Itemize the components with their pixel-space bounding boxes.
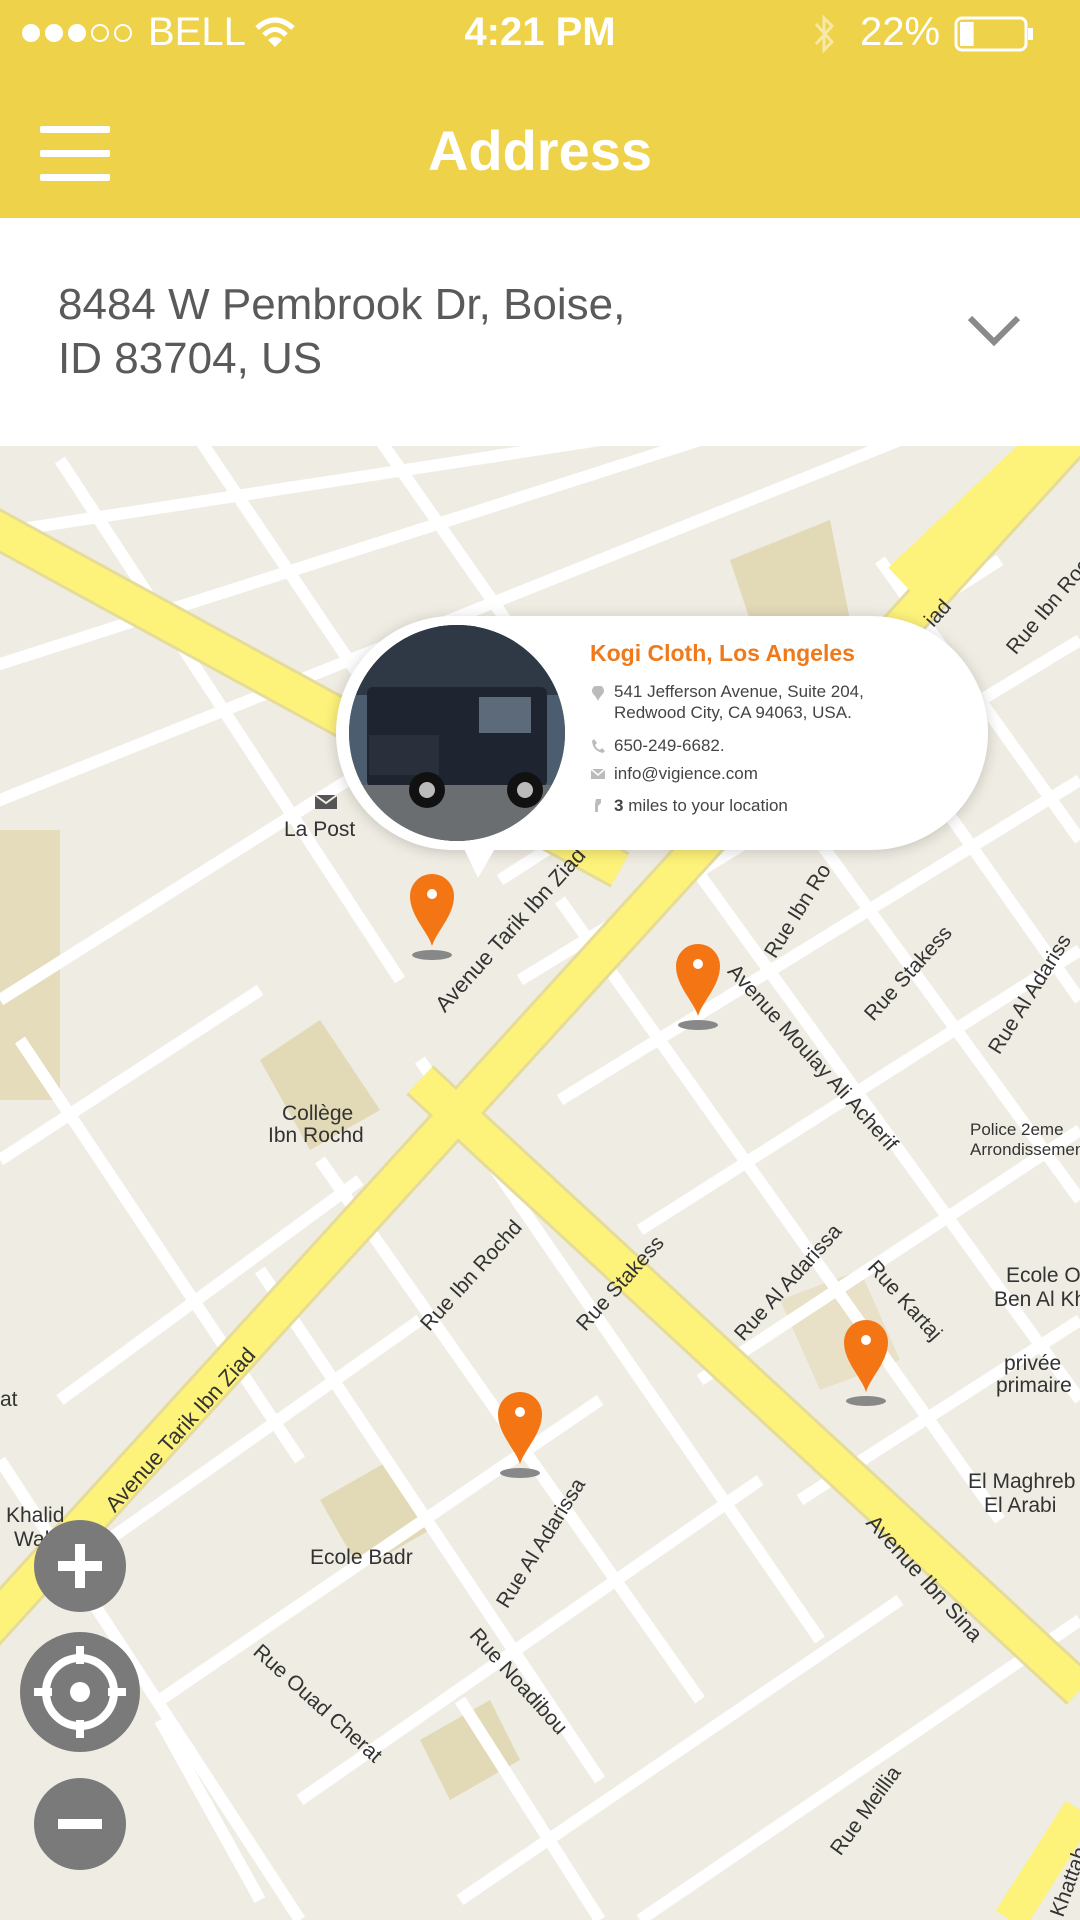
map-label: El Maghreb [968,1470,1076,1493]
map-label: Avenue Ibn Sina [861,1510,988,1647]
nav-bar: Address [0,70,1080,218]
map-label: Rue Ibn Rochd [416,1215,527,1336]
mail-icon [590,768,606,779]
distance-value: 3 [614,796,624,815]
callout-address-line-1: 541 Jefferson Avenue, Suite 204, [614,682,864,701]
map-label: Ecole Badr [310,1546,413,1569]
location-pin-icon[interactable] [406,872,458,962]
map-label: La Post [284,818,356,841]
callout-tail [460,840,500,878]
map-label: Avenue Moulay Ali Acherif [722,960,903,1156]
map-label: Arrondissemen [970,1140,1080,1159]
chevron-down-icon[interactable] [964,308,1024,354]
bluetooth-icon [814,14,835,54]
address-line-2: ID 83704, US [58,334,323,383]
map-label: iad [920,595,956,632]
location-pin-icon [592,686,604,701]
callout-email[interactable]: info@vigience.com [614,764,758,784]
food-truck-photo [349,625,565,841]
map-label: at [0,1388,18,1411]
map-label: Collège [282,1102,354,1125]
map-label: Rue Ouad Cherat [248,1640,387,1768]
walk-icon [595,799,601,812]
battery-percent: 22% [860,10,941,54]
map-label: Rue Stakess [572,1231,669,1336]
map-label: Police 2eme [970,1120,1064,1139]
map-label: Avenue Tarik Ibn Ziad [100,1342,261,1517]
location-pin-icon[interactable] [672,942,724,1032]
post-office-icon [314,794,338,809]
map-label: Rue Stakess [860,921,957,1026]
address-line-1: 8484 W Pembrook Dr, Boise, [58,280,626,329]
map-label: privée [1004,1352,1062,1375]
callout-phone[interactable]: 650-249-6682. [614,736,725,756]
callout-distance: 3 miles to your location [614,796,788,816]
page-title: Address [427,119,653,182]
map-label: primaire [996,1374,1072,1397]
map-label: Rue Ibn Ro [760,859,836,963]
callout-address-line-2: Redwood City, CA 94063, USA. [614,703,852,722]
locate-icon [34,1646,126,1738]
map-label: Khattab [1046,1843,1080,1920]
map-label: Ben Al Kh [994,1288,1080,1311]
map-label: Ecole O [1006,1264,1080,1287]
battery-icon [954,16,1033,52]
phone-icon [592,739,605,753]
distance-text: miles to your location [628,796,788,815]
map-label: Rue Noadibou [464,1624,572,1740]
location-pin-icon[interactable] [494,1390,546,1480]
map-label: Rue Al Adariss [984,930,1076,1059]
map-label: Rue Al Adarissa [730,1219,847,1346]
map-label: Rue Meillia [826,1761,906,1860]
map-label: Rue Al Adarissa [492,1474,591,1613]
location-pin-icon[interactable] [840,1318,892,1408]
map-label: El Arabi [984,1494,1057,1517]
address-selector[interactable]: 8484 W Pembrook Dr, Boise, ID 83704, US [0,218,1080,446]
zoom-out-button[interactable] [34,1778,126,1870]
zoom-in-button[interactable] [34,1520,126,1612]
locate-button[interactable] [20,1632,140,1752]
zoom-out-icon [58,1819,102,1829]
callout-title: Kogi Cloth, Los Angeles [590,640,855,666]
map-label: Ibn Rochd [268,1124,364,1147]
address-text: 8484 W Pembrook Dr, Boise, ID 83704, US [58,278,758,386]
status-bar: BELL 4:21 PM 22% [0,0,1080,70]
map-label: Rue Ibn Rochd [1002,536,1080,659]
zoom-in-icon [58,1544,102,1588]
